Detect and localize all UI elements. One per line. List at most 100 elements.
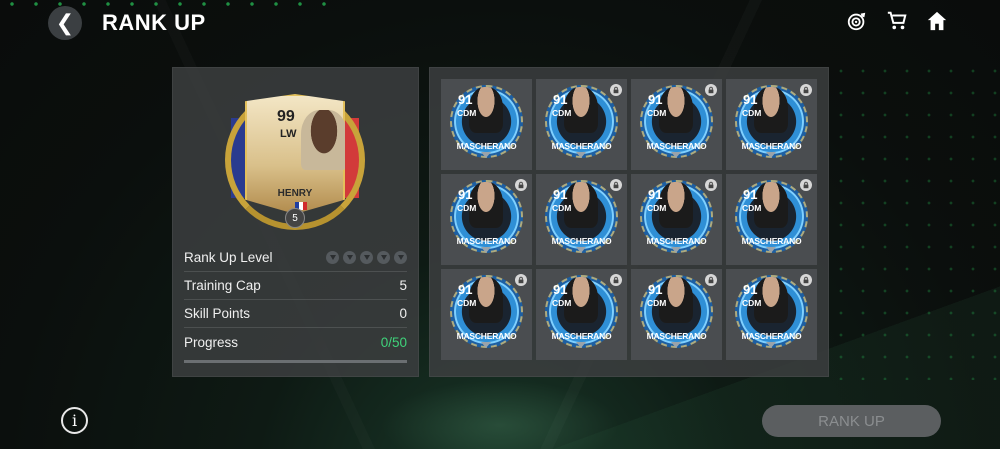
card-position: LW	[280, 128, 297, 140]
stat-row-progress: Progress 0/50	[184, 328, 407, 356]
page-title: RANK UP	[102, 10, 206, 35]
material-slot[interactable]: 91 CDM MASCHERANO	[726, 269, 817, 360]
rank-pip-icon	[394, 251, 407, 264]
material-slot[interactable]: 91 CDM MASCHERANO	[536, 269, 627, 360]
stats-list: Rank Up Level Training Cap 5 Skill Point…	[184, 244, 407, 363]
slot-player-name: MASCHERANO	[456, 141, 517, 151]
material-slot[interactable]: 91 CDM MASCHERANO	[631, 174, 722, 265]
rank-pip-icon	[377, 251, 390, 264]
slot-player-name: MASCHERANO	[456, 331, 517, 341]
slot-player-name: MASCHERANO	[741, 141, 802, 151]
chevron-down-icon	[481, 152, 491, 158]
chevron-down-icon	[576, 247, 586, 253]
slot-player-name: MASCHERANO	[646, 141, 707, 151]
chevron-down-icon	[766, 152, 776, 158]
slot-position: CDM	[552, 298, 572, 308]
player-info-panel: 99 LW HENRY 5 Rank Up Level Training Cap…	[172, 67, 419, 377]
stat-value: 0	[399, 306, 407, 321]
lock-icon	[705, 84, 717, 96]
chevron-down-icon	[576, 342, 586, 348]
slot-overall: 91	[648, 92, 663, 107]
slot-position: CDM	[457, 298, 477, 308]
lock-icon	[515, 274, 527, 286]
material-slot[interactable]: 91 CDM MASCHERANO	[536, 174, 627, 265]
rank-pip-icon	[326, 251, 339, 264]
material-slot[interactable]: 91 CDM MASCHERANO	[441, 174, 532, 265]
slot-overall: 91	[458, 187, 473, 202]
player-portrait	[301, 110, 345, 170]
material-slot[interactable]: 91 CDM MASCHERANO	[536, 79, 627, 170]
chevron-down-icon	[481, 342, 491, 348]
slot-player-name: MASCHERANO	[741, 331, 802, 341]
rank-badge: 5	[285, 208, 305, 228]
slot-position: CDM	[647, 203, 667, 213]
info-icon: i	[71, 411, 78, 430]
stat-row-skill-points: Skill Points 0	[184, 300, 407, 328]
lock-icon	[800, 274, 812, 286]
rank-up-button[interactable]: RANK UP	[762, 405, 941, 437]
slot-position: CDM	[742, 108, 762, 118]
chevron-down-icon	[481, 247, 491, 253]
stat-value: 5	[399, 278, 407, 293]
progress-bar	[184, 360, 407, 363]
slot-position: CDM	[552, 203, 572, 213]
material-slots-panel: 91 CDM MASCHERANO 91 CDM MASCHERANO 91 CDM MASCH…	[429, 67, 829, 377]
chevron-down-icon	[576, 152, 586, 158]
slot-position: CDM	[647, 108, 667, 118]
chevron-down-icon	[671, 247, 681, 253]
cart-icon[interactable]	[886, 10, 908, 32]
background-glow	[380, 380, 620, 449]
lock-icon	[800, 84, 812, 96]
lock-icon	[705, 274, 717, 286]
chevron-down-icon	[766, 247, 776, 253]
decorative-dots-top	[0, 0, 330, 8]
slot-player-name: MASCHERANO	[551, 141, 612, 151]
slot-player-name: MASCHERANO	[551, 236, 612, 246]
rank-pip-icon	[360, 251, 373, 264]
stat-label: Training Cap	[184, 278, 261, 293]
material-slot[interactable]: 91 CDM MASCHERANO	[631, 79, 722, 170]
chevron-down-icon	[671, 342, 681, 348]
lock-icon	[515, 179, 527, 191]
slot-overall: 91	[648, 282, 663, 297]
material-slot[interactable]: 91 CDM MASCHERANO	[726, 174, 817, 265]
slot-position: CDM	[457, 203, 477, 213]
material-slot[interactable]: 91 CDM MASCHERANO	[441, 269, 532, 360]
slot-overall: 91	[648, 187, 663, 202]
stat-label: Progress	[184, 334, 239, 350]
slot-player-name: MASCHERANO	[646, 236, 707, 246]
lock-icon	[800, 179, 812, 191]
slot-position: CDM	[552, 108, 572, 118]
target-icon[interactable]	[846, 10, 868, 32]
slot-position: CDM	[647, 298, 667, 308]
slot-player-name: MASCHERANO	[741, 236, 802, 246]
slot-overall: 91	[743, 282, 758, 297]
decorative-dots	[830, 60, 1000, 380]
rank-pip-icon	[343, 251, 356, 264]
material-slot[interactable]: 91 CDM MASCHERANO	[441, 79, 532, 170]
card-frame: 99 LW HENRY	[245, 94, 345, 214]
lock-icon	[610, 179, 622, 191]
slot-overall: 91	[743, 187, 758, 202]
slot-position: CDM	[742, 298, 762, 308]
chevron-left-icon: ❮	[55, 10, 75, 35]
stat-label: Skill Points	[184, 306, 251, 321]
material-slot[interactable]: 91 CDM MASCHERANO	[726, 79, 817, 170]
home-icon[interactable]	[926, 10, 948, 32]
chevron-down-icon	[671, 152, 681, 158]
slot-player-name: MASCHERANO	[456, 236, 517, 246]
chevron-down-icon	[766, 342, 776, 348]
stat-label: Rank Up Level	[184, 250, 273, 265]
material-slot[interactable]: 91 CDM MASCHERANO	[631, 269, 722, 360]
slot-overall: 91	[458, 92, 473, 107]
info-button[interactable]: i	[61, 407, 88, 434]
stat-row-rank-up-level: Rank Up Level	[184, 244, 407, 272]
slot-position: CDM	[742, 203, 762, 213]
back-button[interactable]: ❮	[48, 6, 82, 40]
lock-icon	[610, 274, 622, 286]
progress-value: 0/50	[380, 334, 407, 350]
top-icon-bar	[846, 10, 948, 32]
slot-player-name: MASCHERANO	[551, 331, 612, 341]
player-card[interactable]: 99 LW HENRY 5	[225, 90, 365, 230]
rank-level-pips	[326, 251, 407, 264]
